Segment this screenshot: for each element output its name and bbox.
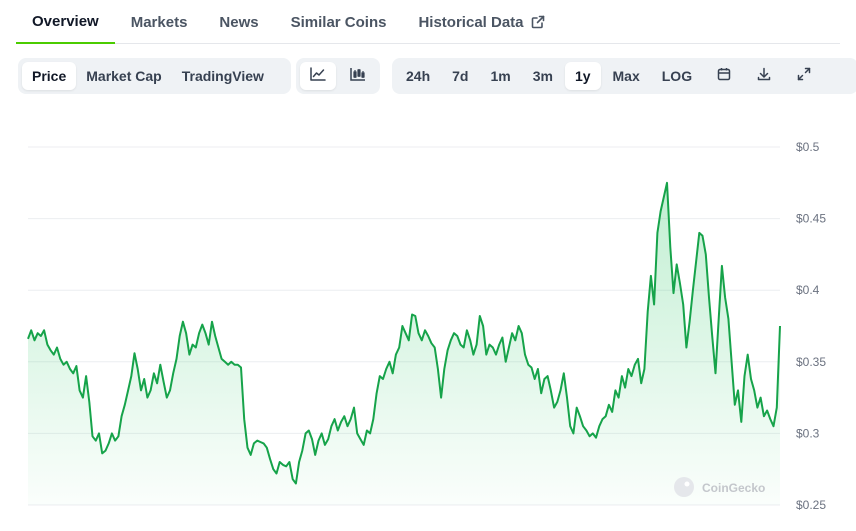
range-1m-button[interactable]: 1m	[480, 62, 520, 90]
y-tick-label: $0.25	[796, 498, 826, 512]
tab-label: Markets	[130, 13, 188, 31]
price-chart: $0.5 $0.45 $0.4 $0.35 $0.3 $0.25 CoinGecko	[27, 140, 826, 512]
expand-button[interactable]	[786, 62, 822, 90]
line-chart-icon	[310, 66, 326, 86]
calendar-icon	[717, 67, 731, 86]
tab-markets[interactable]: Markets	[115, 0, 204, 44]
watermark-text: CoinGecko	[702, 481, 765, 495]
candlestick-chart-button[interactable]	[340, 62, 376, 90]
calendar-button[interactable]	[706, 62, 742, 90]
log-scale-button[interactable]: LOG	[652, 62, 702, 90]
y-axis: $0.5 $0.45 $0.4 $0.35 $0.3 $0.25	[796, 140, 826, 512]
market-cap-button[interactable]: Market Cap	[76, 62, 171, 90]
range-24h-button[interactable]: 24h	[396, 62, 440, 90]
line-chart-button[interactable]	[300, 62, 336, 90]
download-button[interactable]	[746, 62, 782, 90]
y-tick-label: $0.5	[796, 140, 820, 154]
price-button[interactable]: Price	[22, 62, 77, 90]
candlestick-chart-icon	[350, 67, 366, 86]
tab-overview[interactable]: Overview	[16, 0, 115, 44]
tab-label: Historical Data	[418, 13, 524, 31]
tab-news[interactable]: News	[203, 0, 274, 44]
range-group: 24h 7d 1m 3m 1y Max LOG	[392, 58, 856, 94]
external-link-icon	[531, 15, 545, 29]
tab-label: Overview	[32, 12, 99, 30]
tab-historical-data[interactable]: Historical Data	[402, 0, 560, 44]
y-tick-label: $0.45	[796, 212, 826, 226]
y-tick-label: $0.4	[796, 283, 820, 297]
y-tick-label: $0.3	[796, 426, 820, 440]
tab-label: Similar Coins	[290, 13, 387, 31]
range-max-button[interactable]: Max	[603, 62, 650, 90]
range-7d-button[interactable]: 7d	[442, 62, 478, 90]
tab-similar-coins[interactable]: Similar Coins	[275, 0, 403, 44]
y-tick-label: $0.35	[796, 355, 826, 369]
expand-icon	[797, 67, 811, 86]
view-toggle-group	[296, 58, 380, 94]
chart-type-group: Price Market Cap TradingView	[18, 58, 291, 94]
range-3m-button[interactable]: 3m	[523, 62, 563, 90]
tab-label: News	[219, 13, 259, 31]
tradingview-button[interactable]: TradingView	[172, 62, 274, 90]
coingecko-logo-icon	[674, 477, 694, 497]
tab-bar: Overview Markets News Similar Coins Hist…	[16, 0, 840, 44]
price-area-fill	[28, 182, 780, 506]
range-1y-button[interactable]: 1y	[564, 62, 601, 90]
download-icon	[757, 67, 771, 86]
